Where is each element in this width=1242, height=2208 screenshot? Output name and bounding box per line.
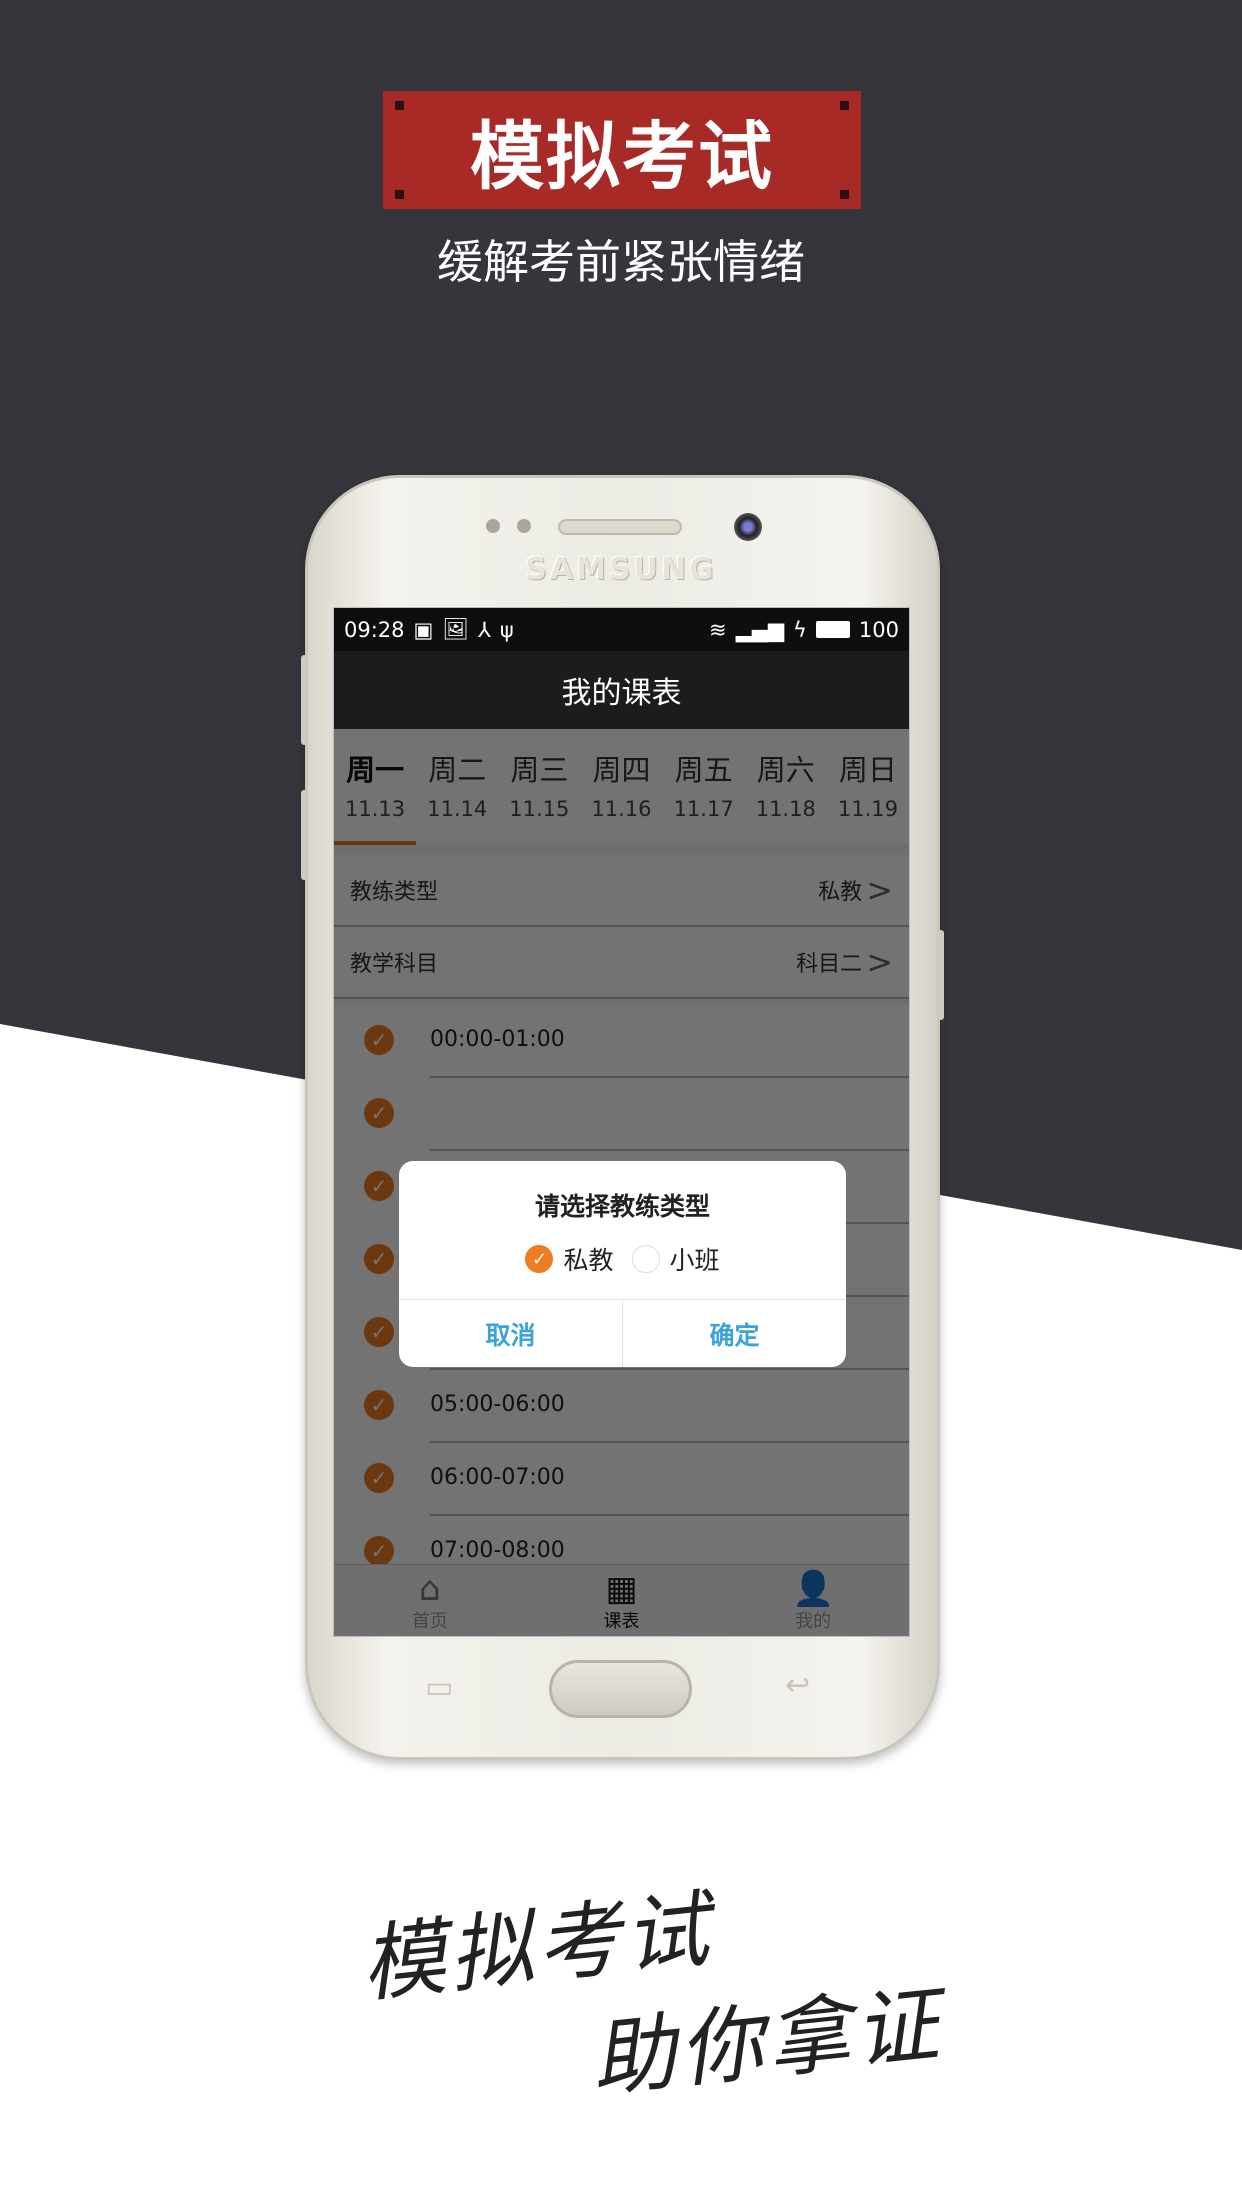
subject-label: 教学科目 [350,952,439,977]
tab-day[interactable]: 周四 11.16 [580,729,662,845]
squirrel-app-icon: ▣ [413,617,434,642]
check-icon[interactable]: ✓ [364,1317,394,1347]
tab-day-date: 11.16 [591,797,652,821]
tabbar-label: 课表 [603,1610,640,1632]
tab-day-date: 11.13 [345,797,406,821]
tabbar-item[interactable]: ⌂ 首页 [334,1565,526,1636]
back-key[interactable]: ↩ [785,1668,810,1703]
tab-day-date: 11.19 [837,797,898,821]
recent-apps-key[interactable]: ▭ [425,1670,453,1705]
tabbar-item[interactable]: ▦ 课表 [526,1565,718,1636]
tab-day-name: 周二 [428,753,487,787]
subject-row[interactable]: 教学科目 科目二 > [334,927,909,999]
volume-button [301,790,307,880]
tab-day-date: 11.17 [673,797,734,821]
dialog-title: 请选择教练类型 [534,1192,710,1221]
tab-day[interactable]: 周二 11.14 [416,729,498,845]
time-slot-row[interactable]: ✓ 00:00-01:00 [334,1005,909,1078]
check-icon[interactable]: ✓ [364,1244,394,1274]
home-icon: ⌂ [419,1568,441,1609]
page-title: 我的课表 [561,676,682,711]
tab-day-name: 周五 [674,753,733,787]
battery-level: 100 [858,617,899,642]
tab-day-name: 周一 [346,753,405,787]
tab-day[interactable]: 周六 11.18 [745,729,827,845]
check-icon[interactable]: ✓ [364,1536,394,1566]
coach-type-dialog: 请选择教练类型 ✓ 私教 小班 取消 确定 [399,1161,846,1367]
app-title-bar: 我的课表 [334,651,909,729]
tab-day-date: 11.18 [755,797,816,821]
tab-day[interactable]: 周一 11.13 [334,729,417,845]
user-icon: 👤 [792,1568,835,1609]
time-slot-label: 07:00-08:00 [430,1538,565,1563]
calendar-icon: ▦ [605,1568,638,1609]
home-button[interactable] [549,1660,692,1718]
tab-day[interactable]: 周三 11.15 [498,729,580,845]
check-icon[interactable]: ✓ [364,1463,394,1493]
tab-day[interactable]: 周日 11.19 [827,729,909,845]
check-icon[interactable]: ✓ [364,1025,394,1055]
tab-day-date: 11.14 [427,797,488,821]
charging-icon: ϟ [793,617,807,642]
cancel-button[interactable]: 取消 [399,1300,623,1367]
promo-banner: 模拟考试 [383,91,861,209]
check-icon[interactable]: ✓ [364,1171,394,1201]
phone-brand: SAMSUNG [525,552,717,587]
earpiece-speaker [558,519,682,535]
tab-day-date: 11.15 [509,797,570,821]
tab-day-name: 周三 [510,753,569,787]
tabbar-label: 我的 [795,1610,832,1632]
phone-screen: 09:28 ▣ 🖼 ⅄ ψ ≋ ▂▄▆ ϟ 100 我的课表 周一 11.13 周二… [333,607,910,1637]
battery-icon [815,621,850,638]
promo-subtitle: 缓解考前紧张情绪 [437,235,805,289]
tabbar-item[interactable]: 👤 我的 [717,1565,909,1636]
radio-private-coach[interactable]: ✓ [525,1245,554,1273]
bottom-tab-bar: ⌂ 首页 ▦ 课表 👤 我的 [334,1564,909,1636]
option-label: 小班 [669,1246,720,1275]
usb-icon: ψ [499,617,514,642]
time-slot-row[interactable]: ✓ 05:00-06:00 [334,1370,909,1443]
tab-day[interactable]: 周五 11.17 [663,729,745,845]
coach-type-row[interactable]: 教练类型 私教 > [334,855,909,927]
coach-type-label: 教练类型 [350,880,439,905]
time-slot-row[interactable]: ✓ 06:00-07:00 [334,1443,909,1516]
time-slot-label: 05:00-06:00 [430,1392,565,1417]
front-camera [734,513,762,541]
status-bar: 09:28 ▣ 🖼 ⅄ ψ ≋ ▂▄▆ ϟ 100 [334,608,909,651]
share-icon: ⅄ [478,617,491,642]
tabbar-label: 首页 [411,1610,448,1632]
image-icon: 🖼 [442,617,470,641]
tab-day-name: 周六 [756,753,815,787]
check-icon[interactable]: ✓ [364,1098,394,1128]
status-time: 09:28 [344,617,405,642]
signal-3g-icon: ▂▄▆ [735,617,785,642]
power-button [938,930,944,1020]
sensor [486,519,500,533]
chevron-right-icon: > [866,943,893,981]
time-slot-row[interactable]: ✓ [334,1078,909,1151]
wifi-icon: ≋ [708,617,727,642]
confirm-button[interactable]: 确定 [623,1300,846,1367]
volume-button [301,655,307,745]
promo-title: 模拟考试 [470,113,774,200]
check-icon[interactable]: ✓ [364,1390,394,1420]
radio-small-class[interactable] [631,1245,660,1273]
coach-type-value: 私教 [818,880,863,905]
subject-value: 科目二 [796,952,863,977]
sensor [517,519,531,533]
chevron-right-icon: > [866,871,893,909]
option-label: 私教 [563,1246,614,1275]
time-slot-label: 00:00-01:00 [430,1027,565,1052]
tab-day-name: 周四 [592,753,651,787]
time-slot-label: 06:00-07:00 [430,1465,565,1490]
tab-day-name: 周日 [838,753,897,787]
day-tabs: 周一 11.13 周二 11.14 周三 11.15 周四 11.16 周五 11.17 周六 11.… [334,729,909,845]
